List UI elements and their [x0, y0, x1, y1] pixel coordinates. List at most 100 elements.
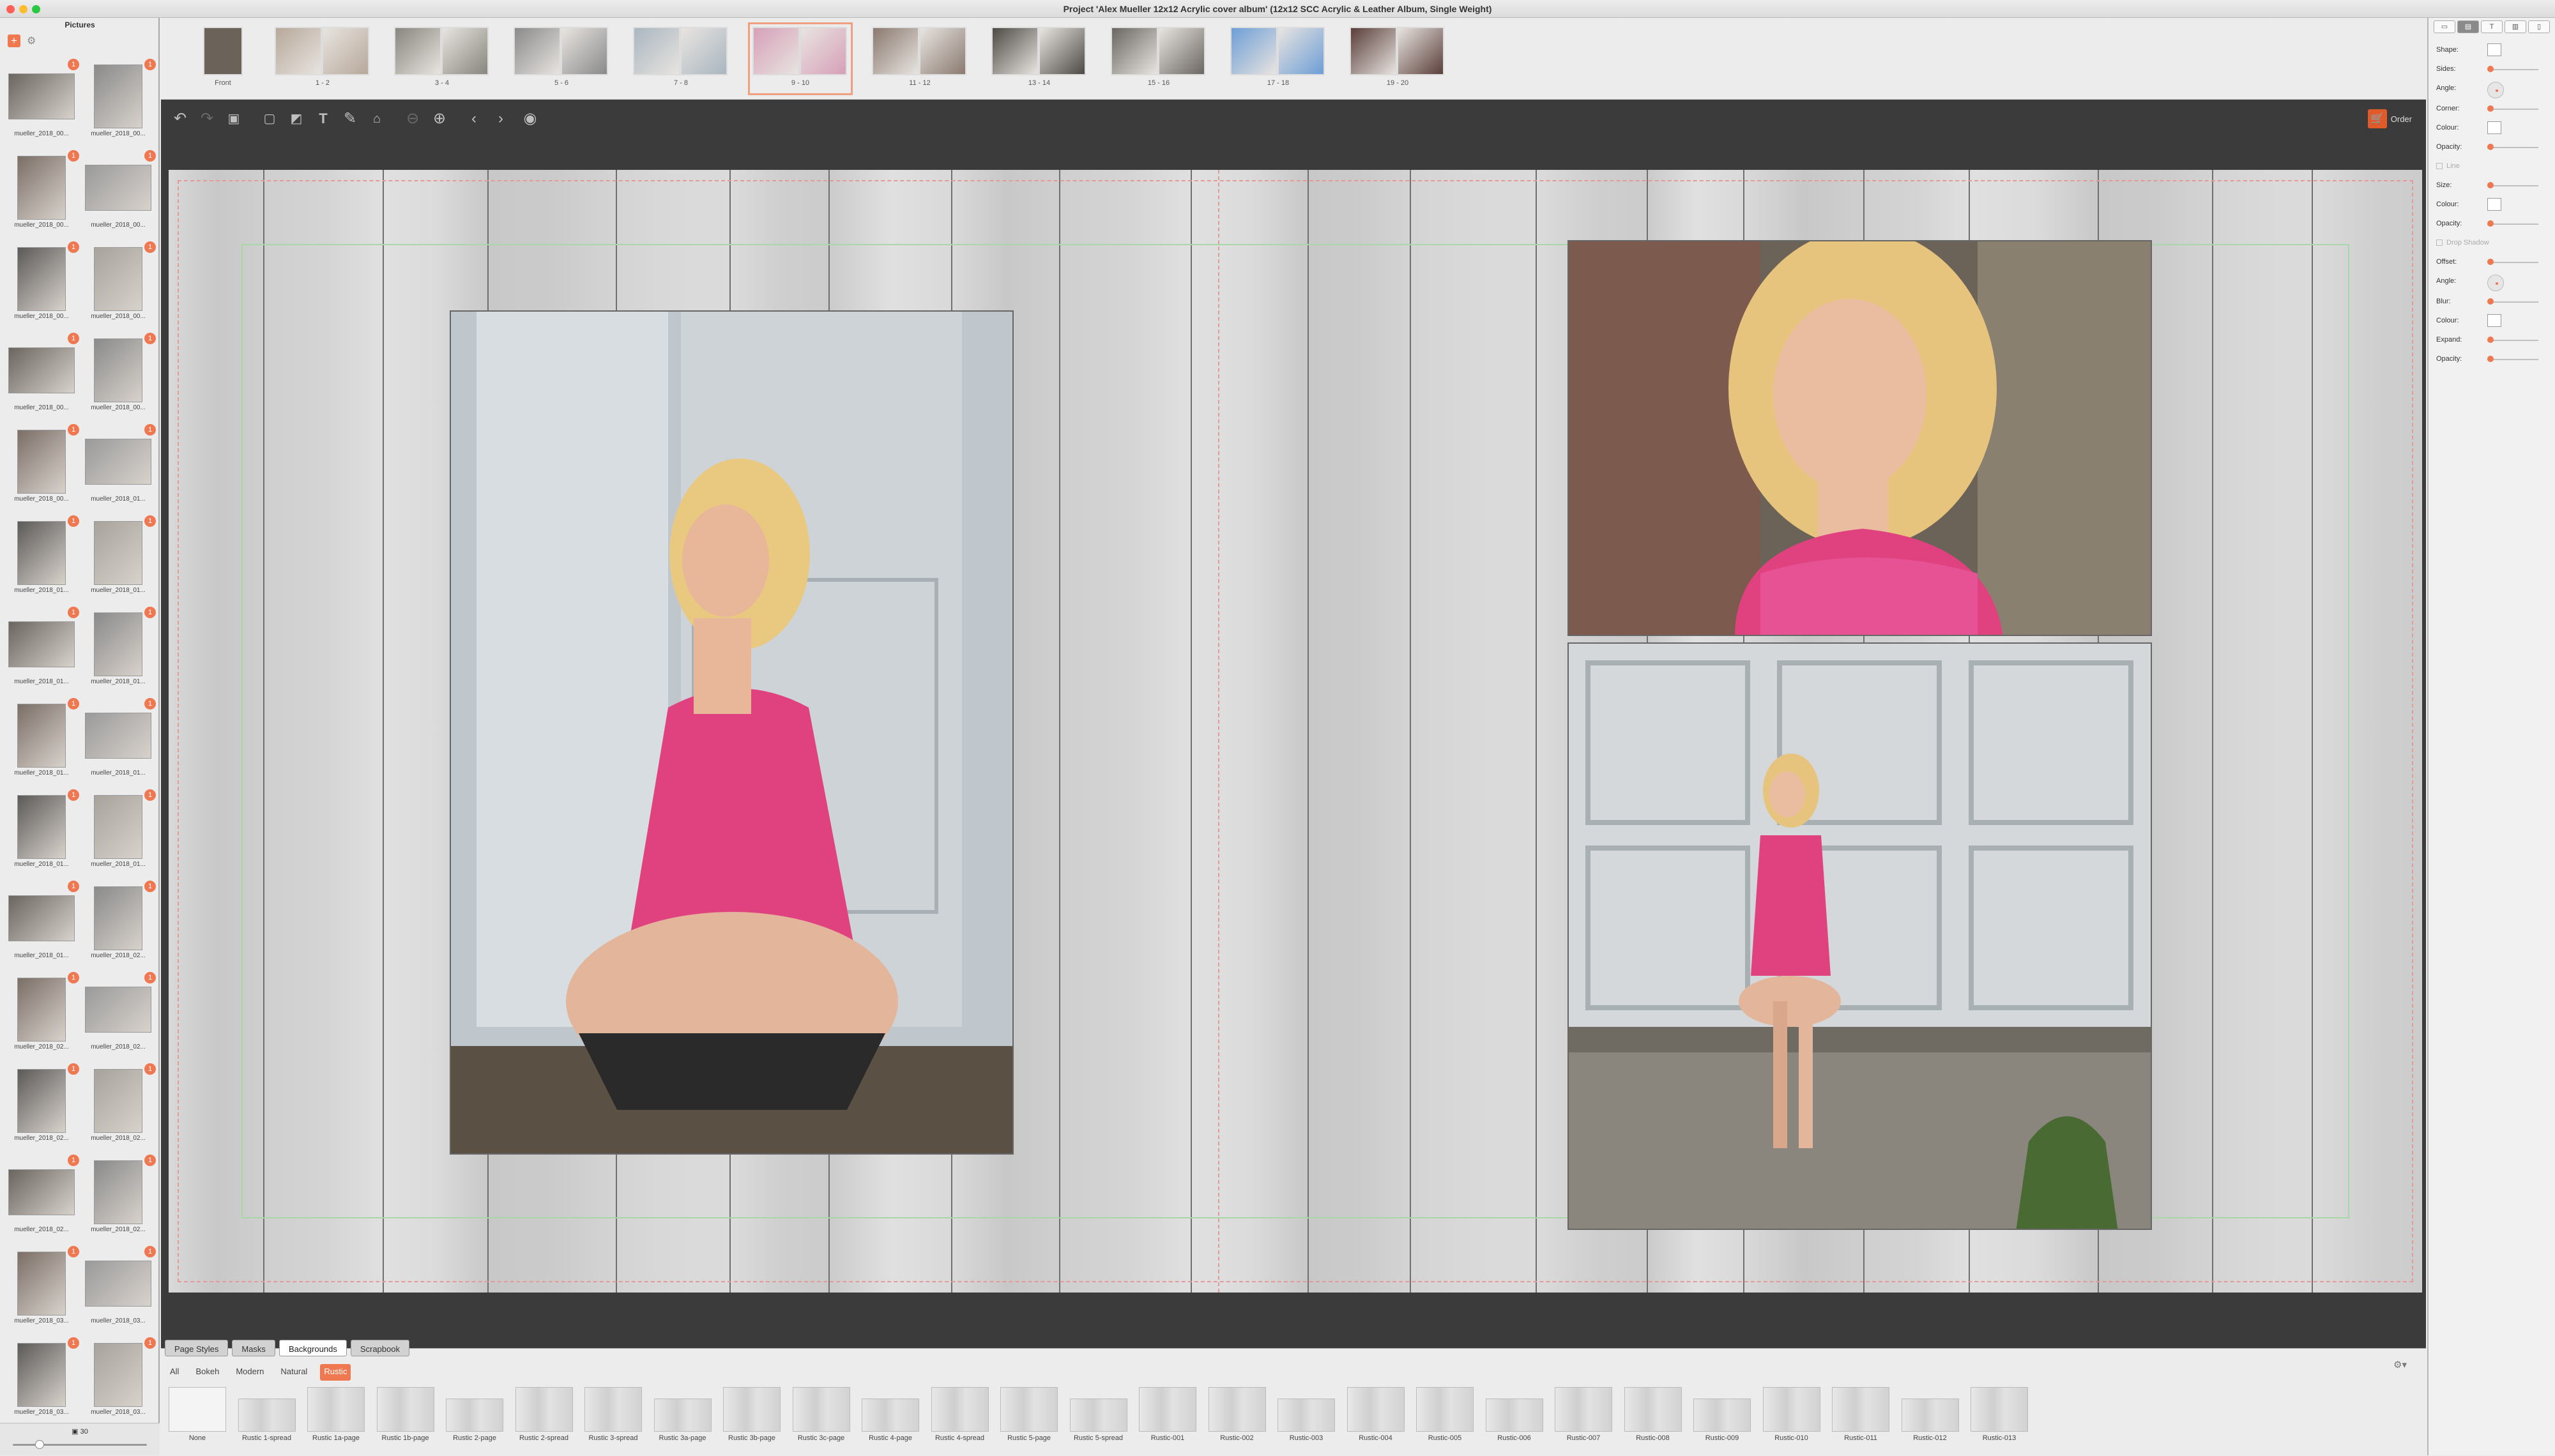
background-swatch[interactable]: Rustic 5-page [1000, 1387, 1058, 1442]
picture-thumbnail[interactable]: 1 mueller_2018_01... [83, 698, 156, 780]
picture-thumbnail[interactable]: 1 mueller_2018_00... [83, 59, 156, 140]
picture-thumbnail[interactable]: 1 mueller_2018_01... [83, 424, 156, 506]
picture-thumbnail[interactable]: 1 mueller_2018_00... [83, 241, 156, 323]
background-swatch[interactable]: Rustic 3-spread [584, 1387, 642, 1442]
background-swatch[interactable]: Rustic 3c-page [792, 1387, 850, 1442]
thumbnail-size-knob[interactable] [35, 1440, 44, 1449]
background-swatch[interactable]: Rustic 5-spread [1069, 1387, 1127, 1442]
background-swatch[interactable]: Rustic-009 [1693, 1387, 1751, 1442]
content-tab[interactable]: Page Styles [165, 1340, 229, 1356]
picture-thumbnail[interactable]: 1 mueller_2018_01... [6, 789, 79, 871]
picture-thumbnail[interactable]: 1 mueller_2018_01... [83, 607, 156, 688]
background-swatch[interactable]: Rustic 3a-page [653, 1387, 712, 1442]
picture-thumbnail[interactable]: 1 mueller_2018_00... [83, 333, 156, 414]
background-category-tab[interactable]: Natural [277, 1364, 311, 1381]
picture-thumbnail[interactable]: 1 mueller_2018_02... [6, 1155, 79, 1236]
slider-track[interactable] [2487, 262, 2538, 263]
brush-icon[interactable]: ✎ [340, 109, 360, 129]
gear-icon[interactable]: ⚙ [27, 34, 36, 47]
plus-icon[interactable]: + [8, 34, 20, 47]
picture-thumbnail[interactable]: 1 mueller_2018_01... [6, 515, 79, 597]
spread-thumbnail[interactable]: 15 - 16 [1111, 27, 1207, 91]
value-swatch[interactable] [2487, 314, 2501, 327]
background-swatch[interactable]: Rustic-001 [1139, 1387, 1196, 1442]
background-swatch[interactable]: Rustic-002 [1208, 1387, 1266, 1442]
store-icon[interactable]: ⌂ [367, 109, 387, 129]
content-tab[interactable]: Backgrounds [278, 1340, 347, 1356]
picture-thumbnail[interactable]: 1 mueller_2018_02... [83, 881, 156, 962]
picture-thumbnail[interactable]: 1 mueller_2018_02... [83, 972, 156, 1054]
slider-knob[interactable] [2487, 298, 2494, 305]
slider-knob[interactable] [2487, 105, 2494, 112]
background-swatch[interactable]: Rustic-008 [1624, 1387, 1682, 1442]
background-category-tab[interactable]: Rustic [320, 1364, 351, 1381]
photo-frame-bottom-right[interactable] [1567, 642, 2152, 1230]
add-text-icon[interactable]: T [313, 109, 333, 129]
spread-thumbnail[interactable]: 3 - 4 [394, 27, 490, 91]
redo-icon[interactable]: ↷ [197, 109, 217, 129]
background-swatch[interactable]: Rustic-011 [1832, 1387, 1889, 1442]
slider-knob[interactable] [2487, 66, 2494, 72]
spread-thumbnail[interactable]: 9 - 10 [748, 22, 853, 95]
frame-tab-icon[interactable]: ▭ [2434, 20, 2455, 33]
thumbnail-size-slider[interactable] [13, 1444, 147, 1446]
page-tab-icon[interactable]: ▯ [2528, 20, 2550, 33]
background-swatch[interactable]: Rustic-007 [1555, 1387, 1612, 1442]
slider-knob[interactable] [2487, 182, 2494, 188]
slider-track[interactable] [2487, 359, 2538, 360]
zoom-out-icon[interactable]: ⊖ [402, 109, 423, 129]
checkbox-icon[interactable] [2436, 239, 2443, 246]
album-spread[interactable] [169, 170, 2422, 1293]
slider-track[interactable] [2487, 185, 2538, 186]
picture-thumbnail[interactable]: 1 mueller_2018_02... [83, 1063, 156, 1145]
slider-knob[interactable] [2487, 337, 2494, 343]
slider-track[interactable] [2487, 109, 2538, 110]
slider-knob[interactable] [2487, 144, 2494, 150]
spread-thumbnail[interactable]: Front [203, 27, 243, 91]
order-button[interactable]: 🛒 Order [2367, 109, 2412, 129]
add-page-icon[interactable]: ▢ [259, 109, 280, 129]
photo-tab-icon[interactable]: ▤ [2457, 20, 2479, 33]
content-tab[interactable]: Masks [232, 1340, 275, 1356]
picture-thumbnail[interactable]: 1 mueller_2018_03... [6, 1337, 79, 1419]
picture-thumbnail[interactable]: 1 mueller_2018_00... [6, 333, 79, 414]
add-image-icon[interactable]: ◩ [286, 109, 307, 129]
spread-thumbnail[interactable]: 11 - 12 [872, 27, 968, 91]
slider-knob[interactable] [2487, 259, 2494, 265]
picture-thumbnail[interactable]: 1 mueller_2018_03... [83, 1246, 156, 1328]
picture-thumbnail[interactable]: 1 mueller_2018_00... [6, 424, 79, 506]
spread-thumbnail[interactable]: 19 - 20 [1350, 27, 1445, 91]
save-icon[interactable]: ▣ [224, 109, 244, 129]
slider-track[interactable] [2487, 69, 2538, 70]
text-tab-icon[interactable]: T [2481, 20, 2503, 33]
angle-dial[interactable] [2487, 275, 2504, 291]
background-swatch[interactable]: None [169, 1387, 226, 1442]
slider-track[interactable] [2487, 224, 2538, 225]
slider-track[interactable] [2487, 340, 2538, 341]
background-swatch[interactable]: Rustic 4-spread [931, 1387, 989, 1442]
background-swatch[interactable]: Rustic 2-spread [515, 1387, 573, 1442]
inspector-section-toggle[interactable]: Drop Shadow [2436, 239, 2489, 246]
background-category-tab[interactable]: All [166, 1364, 183, 1381]
value-swatch[interactable] [2487, 43, 2501, 56]
undo-icon[interactable]: ↶ [170, 109, 190, 129]
slider-track[interactable] [2487, 301, 2538, 303]
picture-thumbnail[interactable]: 1 mueller_2018_01... [6, 881, 79, 962]
value-swatch[interactable] [2487, 121, 2501, 134]
value-swatch[interactable] [2487, 198, 2501, 211]
background-swatch[interactable]: Rustic-013 [1971, 1387, 2028, 1442]
inspector-section-toggle[interactable]: Line [2436, 162, 2460, 170]
content-tab[interactable]: Scrapbook [350, 1340, 409, 1356]
background-swatch[interactable]: Rustic-005 [1416, 1387, 1474, 1442]
photo-frame-top-right[interactable] [1567, 240, 2152, 636]
background-category-tab[interactable]: Bokeh [192, 1364, 223, 1381]
picture-thumbnail[interactable]: 1 mueller_2018_01... [6, 698, 79, 780]
background-swatch[interactable]: Rustic 2-page [446, 1387, 503, 1442]
previous-icon[interactable]: ‹ [464, 109, 484, 129]
angle-dial[interactable] [2487, 82, 2504, 98]
next-icon[interactable]: › [491, 109, 511, 129]
background-category-tab[interactable]: Modern [232, 1364, 268, 1381]
spread-thumbnail[interactable]: 7 - 8 [633, 27, 729, 91]
picture-thumbnail[interactable]: 1 mueller_2018_00... [6, 59, 79, 140]
spread-thumbnail[interactable]: 1 - 2 [275, 27, 370, 91]
